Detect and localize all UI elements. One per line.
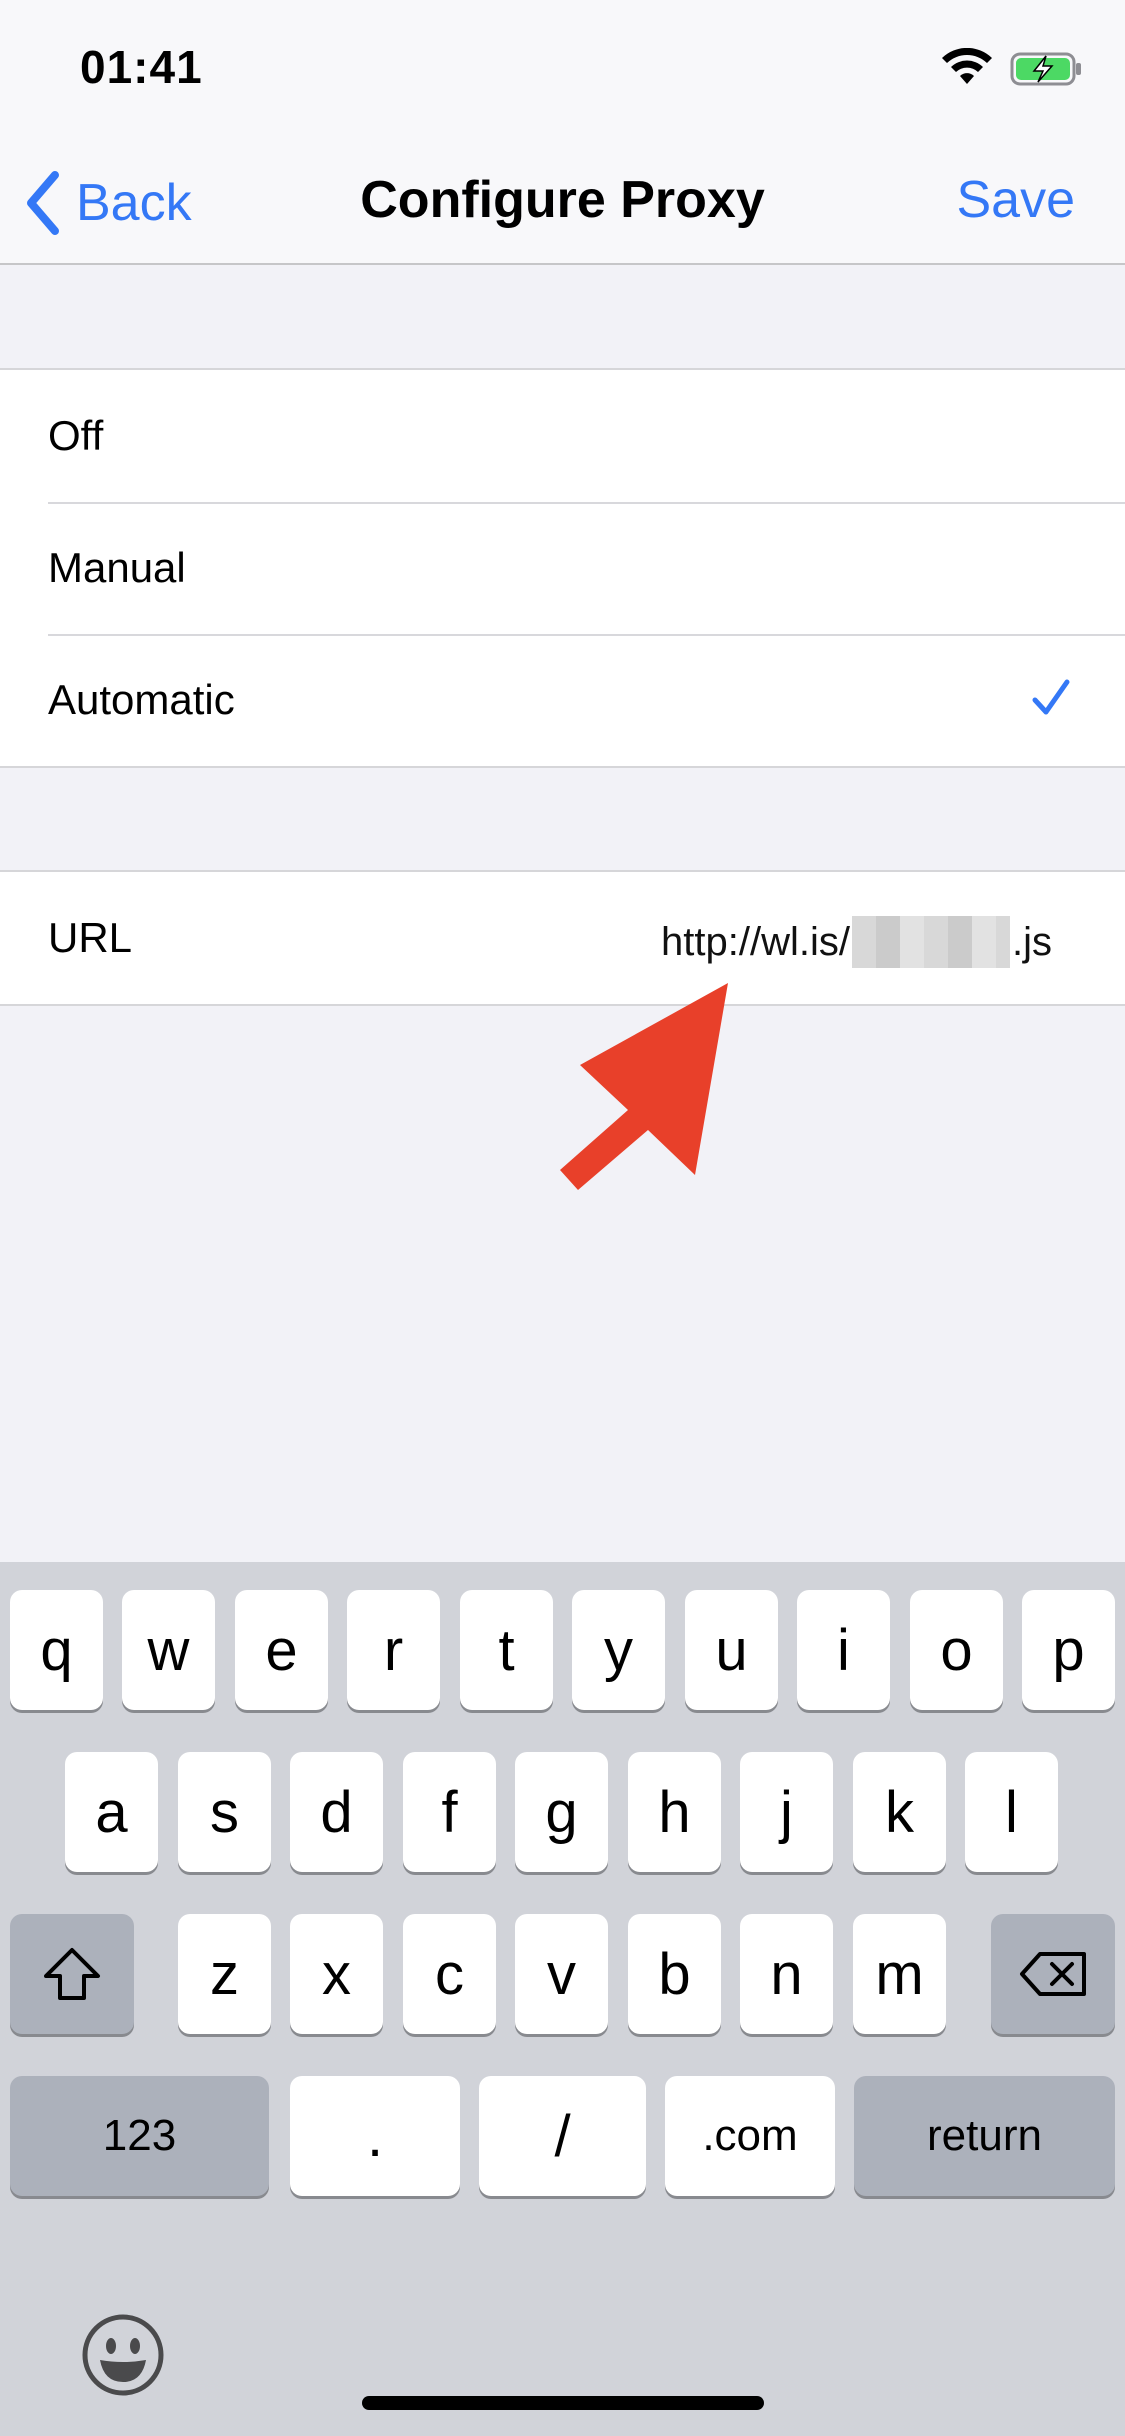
key-l[interactable]: l — [965, 1752, 1058, 1872]
navigation-bar: Back Configure Proxy Save — [0, 140, 1125, 265]
wifi-icon — [940, 47, 994, 93]
key-h[interactable]: h — [628, 1752, 721, 1872]
key-i[interactable]: i — [797, 1590, 890, 1710]
option-label: Automatic — [48, 676, 235, 723]
shift-key[interactable] — [10, 1914, 134, 2034]
return-key[interactable]: return — [854, 2076, 1115, 2196]
key-g[interactable]: g — [515, 1752, 608, 1872]
url-label: URL — [48, 914, 133, 961]
key-b[interactable]: b — [628, 1914, 721, 2034]
dotcom-key[interactable]: .com — [665, 2076, 835, 2196]
key-d[interactable]: d — [290, 1752, 383, 1872]
key-y[interactable]: y — [572, 1590, 665, 1710]
key-v[interactable]: v — [515, 1914, 608, 2034]
key-f[interactable]: f — [403, 1752, 496, 1872]
key-u[interactable]: u — [685, 1590, 778, 1710]
option-manual[interactable]: Manual — [0, 502, 1125, 634]
key-p[interactable]: p — [1022, 1590, 1115, 1710]
key-e[interactable]: e — [235, 1590, 328, 1710]
url-field[interactable]: http://wl.is/ .js — [661, 916, 1052, 968]
dot-key[interactable]: . — [290, 2076, 460, 2196]
slash-key[interactable]: / — [479, 2076, 646, 2196]
home-indicator — [362, 2396, 764, 2410]
annotation-arrow-icon — [540, 975, 760, 1200]
numbers-key[interactable]: 123 — [10, 2076, 269, 2196]
key-k[interactable]: k — [853, 1752, 946, 1872]
option-automatic[interactable]: Automatic — [0, 634, 1125, 766]
option-off[interactable]: Off — [0, 370, 1125, 502]
delete-key[interactable] — [991, 1914, 1115, 2034]
key-x[interactable]: x — [290, 1914, 383, 2034]
status-time: 01:41 — [80, 41, 203, 93]
key-s[interactable]: s — [178, 1752, 271, 1872]
key-o[interactable]: o — [910, 1590, 1003, 1710]
battery-charging-icon — [1010, 52, 1082, 91]
key-m[interactable]: m — [853, 1914, 946, 2034]
key-a[interactable]: a — [65, 1752, 158, 1872]
url-value-prefix: http://wl.is/ — [661, 919, 850, 964]
shift-icon — [44, 1948, 100, 2000]
emoji-button[interactable] — [80, 2312, 166, 2403]
key-z[interactable]: z — [178, 1914, 271, 2034]
save-button[interactable]: Save — [956, 170, 1075, 230]
backspace-icon — [1020, 1952, 1086, 1996]
key-n[interactable]: n — [740, 1914, 833, 2034]
proxy-options-list: Off Manual Automatic — [0, 368, 1125, 768]
checkmark-icon — [1031, 678, 1071, 723]
option-label: Manual — [48, 544, 186, 591]
redacted-block — [852, 916, 1010, 968]
key-q[interactable]: q — [10, 1590, 103, 1710]
key-c[interactable]: c — [403, 1914, 496, 2034]
url-value-suffix: .js — [1012, 919, 1052, 964]
option-label: Off — [48, 412, 104, 459]
status-bar: 01:41 — [0, 0, 1125, 140]
key-j[interactable]: j — [740, 1752, 833, 1872]
emoji-icon — [82, 2314, 164, 2396]
key-w[interactable]: w — [122, 1590, 215, 1710]
key-t[interactable]: t — [460, 1590, 553, 1710]
key-r[interactable]: r — [347, 1590, 440, 1710]
